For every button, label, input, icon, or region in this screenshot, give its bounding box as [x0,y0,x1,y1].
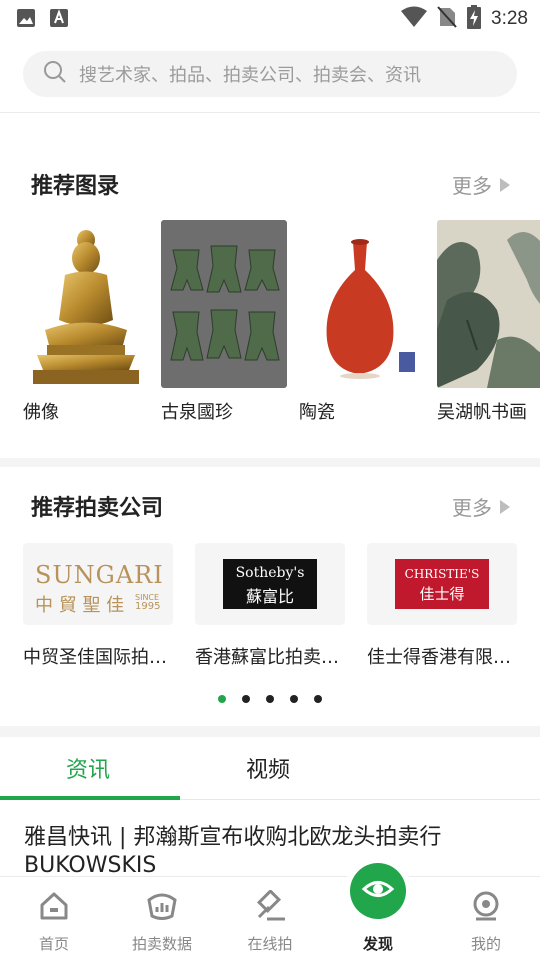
catalog-item-label: 古泉國珍 [161,402,233,423]
nav-label: 我的 [470,935,501,953]
red-vase-image [299,220,425,388]
page-dot[interactable] [242,695,250,703]
sothebys-logo-chinese: 蘇富比 [245,587,294,606]
nav-online-auction[interactable]: 在线拍 [225,889,315,954]
news-item-title[interactable]: 雅昌快讯 | 邦瀚斯宣布收购北欧龙头拍卖行BUKOWSKIS [24,824,524,880]
landscape-painting-image [437,220,540,388]
nav-label: 首页 [38,935,69,953]
gavel-icon [225,889,315,923]
nav-label: 在线拍 [247,935,293,953]
active-tab-indicator [0,796,180,800]
more-label: 更多 [452,496,492,520]
sungari-logo-chinese: 中 貿 聖 佳 [35,595,125,616]
eye-icon [361,872,395,910]
nav-label: 拍卖数据 [131,935,192,953]
tab-news[interactable]: 资讯 [66,752,110,784]
carousel-page-indicator [218,695,322,703]
text-icon [50,8,68,32]
search-icon [43,60,67,88]
nav-auction-data[interactable]: 拍卖数据 [117,889,207,954]
page-dot[interactable] [266,695,274,703]
section-divider [0,458,540,467]
nav-label: 发现 [362,935,393,953]
catalog-section-title: 推荐图录 [31,174,120,199]
home-icon [9,889,99,923]
catalog-item-painting[interactable]: 吴湖帆书画 [437,220,540,424]
bottom-navigation: 首页 拍卖数据 在线拍 发现 我的 [0,876,540,960]
catalog-item-label: 陶瓷 [299,402,335,423]
catalog-item-ceramics[interactable]: 陶瓷 [299,220,425,424]
no-sim-icon [437,6,457,32]
catalog-more-link[interactable]: 更多 [452,170,510,199]
chevron-right-icon [500,177,510,192]
chart-icon [117,889,207,923]
status-bar: 3:28 [0,0,540,36]
search-input[interactable]: 搜艺术家、拍品、拍卖公司、拍卖会、资讯 [23,51,517,97]
section-divider [0,726,540,737]
sungari-logo: SUNGARI 中 貿 聖 佳 SINCE 1995 [23,543,173,625]
ancient-coins-image [161,220,287,388]
page-dot[interactable] [314,695,322,703]
discover-button[interactable] [350,863,406,919]
wifi-icon [401,6,428,32]
company-name: 香港蘇富比拍卖有限公司 [195,647,345,668]
company-section-title: 推荐拍卖公司 [31,496,164,521]
battery-charging-icon [467,5,482,33]
company-card-sothebys[interactable]: Sotheby's 蘇富比 香港蘇富比拍卖有限公司 [195,543,345,669]
company-more-link[interactable]: 更多 [452,492,510,521]
sothebys-logo-text: Sotheby's [235,565,305,581]
page-dot-active[interactable] [218,695,226,703]
image-icon [16,8,36,32]
catalog-item-label: 吴湖帆书画 [437,402,527,423]
nav-profile[interactable]: 我的 [441,889,531,954]
catalog-carousel[interactable]: 佛像 古泉國珍 陶瓷 吴湖帆书画 [23,220,540,430]
catalog-item-label: 佛像 [23,402,59,423]
christies-logo-text: CHRISTIE'S [404,567,480,581]
sungari-logo-text: SUNGARI [35,561,164,589]
page-dot[interactable] [290,695,298,703]
company-name: 佳士得香港有限公司 [367,647,517,668]
christies-logo-chinese: 佳士得 [419,585,465,603]
clock-time: 3:28 [491,8,528,29]
christies-logo: CHRISTIE'S 佳士得 [367,543,517,625]
company-card-sungari[interactable]: SUNGARI 中 貿 聖 佳 SINCE 1995 中贸圣佳国际拍卖有限公司 [23,543,173,669]
company-card-christies[interactable]: CHRISTIE'S 佳士得 佳士得香港有限公司 [367,543,517,669]
search-bar-area: 搜艺术家、拍品、拍卖公司、拍卖会、资讯 [0,36,540,113]
chevron-right-icon [500,499,510,514]
profile-icon [441,889,531,923]
sothebys-logo: Sotheby's 蘇富比 [195,543,345,625]
catalog-item-coins[interactable]: 古泉國珍 [161,220,287,424]
buddha-statue-image [23,220,149,388]
tab-video[interactable]: 视频 [246,752,290,784]
company-name: 中贸圣佳国际拍卖有限公司 [23,647,173,668]
sungari-logo-year: 1995 [135,601,161,612]
more-label: 更多 [452,174,492,198]
content-tabs: 资讯 视频 [0,737,540,800]
search-placeholder: 搜艺术家、拍品、拍卖公司、拍卖会、资讯 [79,65,421,86]
nav-home[interactable]: 首页 [9,889,99,954]
catalog-item-buddha[interactable]: 佛像 [23,220,149,424]
